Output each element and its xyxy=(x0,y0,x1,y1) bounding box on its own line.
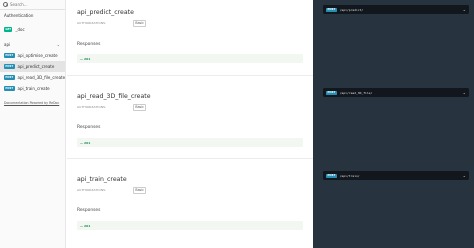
auth-basic-link[interactable]: Basic xyxy=(133,187,147,194)
code-samples-panel: POST /api/predict/ ⌄ POST /api/read_3D_f… xyxy=(313,0,474,248)
operation-api-train-create: api_train_create AUTHORIZATIONS: Basic R… xyxy=(67,159,313,248)
endpoint-path: /api/read_3D_file/ xyxy=(339,90,373,95)
sidebar-group-api[interactable]: api ⌄ xyxy=(0,39,65,50)
operation-api-predict-create: api_predict_create AUTHORIZATIONS: Basic… xyxy=(67,0,313,75)
http-method-badge: POST xyxy=(326,173,337,178)
endpoint-predict[interactable]: POST /api/predict/ ⌄ xyxy=(323,5,469,14)
redoc-link[interactable]: Documentation Powered by ReDoc xyxy=(0,101,65,105)
endpoint-train[interactable]: POST /api/train/ ⌄ xyxy=(323,171,469,180)
sidebar-item-authentication[interactable]: Authentication xyxy=(0,10,65,20)
auth-basic-link[interactable]: Basic xyxy=(133,20,147,27)
search-icon xyxy=(3,2,8,7)
method-badge: POST xyxy=(4,53,15,58)
authorizations-label: AUTHORIZATIONS: xyxy=(77,21,107,25)
operation-api-read-3d-file-create: api_read_3D_file_create AUTHORIZATIONS: … xyxy=(67,76,313,158)
chevron-down-icon: ⌄ xyxy=(56,42,60,47)
authorizations-label: AUTHORIZATIONS: xyxy=(77,188,107,192)
response-201[interactable]: — 201 xyxy=(77,54,303,63)
sidebar-item-api-train-create[interactable]: POST api_train_create xyxy=(0,83,65,94)
response-code: — 201 xyxy=(80,223,91,228)
responses-heading: Responses xyxy=(77,42,101,47)
search-box[interactable] xyxy=(0,0,65,10)
sidebar-item-label: _doc xyxy=(15,27,25,32)
sidebar: Authentication GET _doc api ⌄ POST api_o… xyxy=(0,0,66,248)
method-badge: POST xyxy=(4,86,15,91)
endpoint-path: /api/predict/ xyxy=(339,7,364,12)
sidebar-item-label: api_train_create xyxy=(17,86,50,91)
sidebar-group-label: api xyxy=(4,42,11,47)
chevron-down-icon: ⌄ xyxy=(462,172,466,178)
sidebar-item-label: Authentication xyxy=(4,12,34,18)
chevron-down-icon: ⌄ xyxy=(462,6,466,12)
http-method-badge: POST xyxy=(326,7,337,12)
responses-heading: Responses xyxy=(77,125,101,130)
method-badge: GET xyxy=(4,27,13,32)
operations-panel: api_predict_create AUTHORIZATIONS: Basic… xyxy=(67,0,313,248)
authorizations-label: AUTHORIZATIONS: xyxy=(77,105,107,109)
sidebar-item-label: api_optimise_create xyxy=(17,53,58,58)
method-badge: POST xyxy=(4,64,15,69)
sidebar-item-api-optimise-create[interactable]: POST api_optimise_create xyxy=(0,50,65,61)
method-badge: POST xyxy=(4,75,15,80)
endpoint-path: /api/train/ xyxy=(339,173,360,178)
response-201[interactable]: — 201 xyxy=(77,138,303,147)
operation-title: api_train_create xyxy=(77,176,127,183)
sidebar-item-label: api_read_3D_file_create xyxy=(17,75,66,80)
sidebar-item-api-predict-create[interactable]: POST api_predict_create xyxy=(0,61,65,72)
chevron-down-icon: ⌄ xyxy=(462,89,466,95)
sidebar-item-api-read-3d-file-create[interactable]: POST api_read_3D_file_create xyxy=(0,72,65,83)
operation-title: api_read_3D_file_create xyxy=(77,93,151,100)
auth-basic-link[interactable]: Basic xyxy=(133,104,147,111)
sidebar-item-label: api_predict_create xyxy=(17,64,55,69)
response-code: — 201 xyxy=(80,140,91,145)
operation-title: api_predict_create xyxy=(77,9,134,16)
endpoint-read-3d-file[interactable]: POST /api/read_3D_file/ ⌄ xyxy=(323,88,469,97)
response-201[interactable]: — 201 xyxy=(77,221,303,230)
http-method-badge: POST xyxy=(326,90,337,95)
sidebar-item-doc[interactable]: GET _doc xyxy=(0,24,65,35)
responses-heading: Responses xyxy=(77,208,101,213)
search-input[interactable] xyxy=(10,2,65,7)
response-code: — 201 xyxy=(80,56,91,61)
